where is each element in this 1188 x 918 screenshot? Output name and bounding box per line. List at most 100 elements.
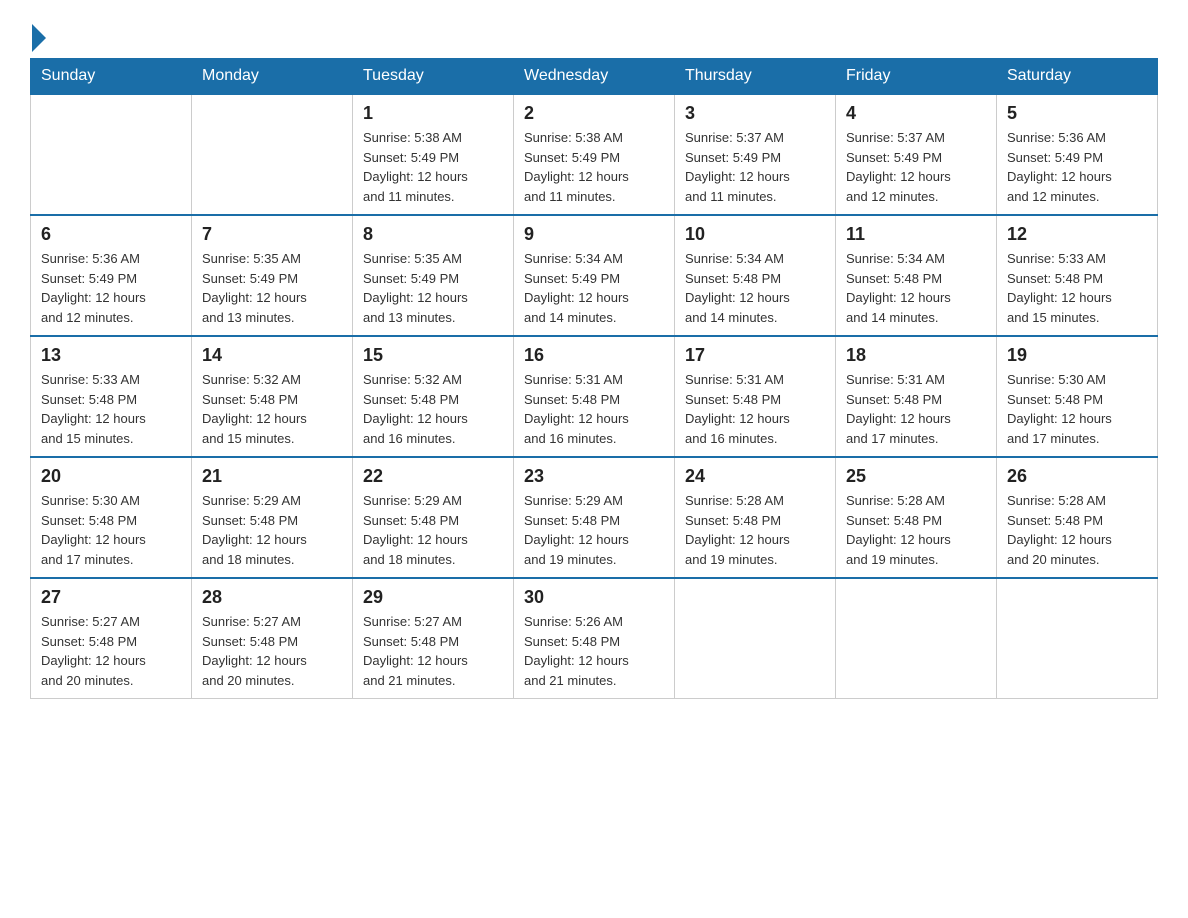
calendar-cell: 23 Sunrise: 5:29 AM Sunset: 5:48 PM Dayli… <box>514 457 675 578</box>
day-info: Sunrise: 5:31 AM Sunset: 5:48 PM Dayligh… <box>685 370 825 448</box>
day-number: 28 <box>202 587 342 608</box>
day-number: 6 <box>41 224 181 245</box>
day-number: 22 <box>363 466 503 487</box>
day-info: Sunrise: 5:27 AM Sunset: 5:48 PM Dayligh… <box>202 612 342 690</box>
day-number: 24 <box>685 466 825 487</box>
day-info: Sunrise: 5:31 AM Sunset: 5:48 PM Dayligh… <box>524 370 664 448</box>
calendar-cell: 15 Sunrise: 5:32 AM Sunset: 5:48 PM Dayli… <box>353 336 514 457</box>
day-number: 15 <box>363 345 503 366</box>
calendar-cell: 4Sunrise: 5:37 AM Sunset: 5:49 PM Daylig… <box>836 94 997 215</box>
calendar-header-friday: Friday <box>836 59 997 95</box>
day-info: Sunrise: 5:33 AM Sunset: 5:48 PM Dayligh… <box>1007 249 1147 327</box>
day-number: 10 <box>685 224 825 245</box>
calendar-cell: 3 Sunrise: 5:37 AM Sunset: 5:49 PM Daylig… <box>675 94 836 215</box>
day-info: Sunrise: 5:38 AM Sunset: 5:49 PM Dayligh… <box>363 128 503 206</box>
calendar-cell: 20 Sunrise: 5:30 AM Sunset: 5:48 PM Dayli… <box>31 457 192 578</box>
calendar-header-wednesday: Wednesday <box>514 59 675 95</box>
day-info: Sunrise: 5:35 AM Sunset: 5:49 PM Dayligh… <box>202 249 342 327</box>
day-info: Sunrise: 5:28 AM Sunset: 5:48 PM Dayligh… <box>685 491 825 569</box>
day-number: 11 <box>846 224 986 245</box>
day-number: 7 <box>202 224 342 245</box>
day-number: 23 <box>524 466 664 487</box>
calendar-cell: 7 Sunrise: 5:35 AM Sunset: 5:49 PM Daylig… <box>192 215 353 336</box>
calendar-cell: 25 Sunrise: 5:28 AM Sunset: 5:48 PM Dayli… <box>836 457 997 578</box>
calendar-cell: 16 Sunrise: 5:31 AM Sunset: 5:48 PM Dayli… <box>514 336 675 457</box>
day-number: 5 <box>1007 103 1147 124</box>
day-number: 8 <box>363 224 503 245</box>
day-number: 26 <box>1007 466 1147 487</box>
day-info: Sunrise: 5:32 AM Sunset: 5:48 PM Dayligh… <box>363 370 503 448</box>
calendar-cell <box>836 578 997 699</box>
calendar-cell: 26 Sunrise: 5:28 AM Sunset: 5:48 PM Dayli… <box>997 457 1158 578</box>
day-number: 12 <box>1007 224 1147 245</box>
calendar-cell: 10 Sunrise: 5:34 AM Sunset: 5:48 PM Dayli… <box>675 215 836 336</box>
day-info: Sunrise: 5:29 AM Sunset: 5:48 PM Dayligh… <box>363 491 503 569</box>
calendar-table: SundayMondayTuesdayWednesdayThursdayFrid… <box>30 58 1158 699</box>
calendar-cell: 8Sunrise: 5:35 AM Sunset: 5:49 PM Daylig… <box>353 215 514 336</box>
calendar-cell <box>675 578 836 699</box>
calendar-cell: 12 Sunrise: 5:33 AM Sunset: 5:48 PM Dayli… <box>997 215 1158 336</box>
day-number: 29 <box>363 587 503 608</box>
calendar-header-thursday: Thursday <box>675 59 836 95</box>
day-info: Sunrise: 5:32 AM Sunset: 5:48 PM Dayligh… <box>202 370 342 448</box>
day-info: Sunrise: 5:36 AM Sunset: 5:49 PM Dayligh… <box>1007 128 1147 206</box>
day-info: Sunrise: 5:34 AM Sunset: 5:48 PM Dayligh… <box>685 249 825 327</box>
calendar-cell: 11Sunrise: 5:34 AM Sunset: 5:48 PM Dayli… <box>836 215 997 336</box>
logo <box>30 20 46 48</box>
calendar-cell <box>997 578 1158 699</box>
day-number: 14 <box>202 345 342 366</box>
calendar-cell: 2 Sunrise: 5:38 AM Sunset: 5:49 PM Daylig… <box>514 94 675 215</box>
calendar-cell: 5 Sunrise: 5:36 AM Sunset: 5:49 PM Daylig… <box>997 94 1158 215</box>
calendar-cell: 13Sunrise: 5:33 AM Sunset: 5:48 PM Dayli… <box>31 336 192 457</box>
day-info: Sunrise: 5:31 AM Sunset: 5:48 PM Dayligh… <box>846 370 986 448</box>
day-info: Sunrise: 5:28 AM Sunset: 5:48 PM Dayligh… <box>846 491 986 569</box>
page-header <box>30 20 1158 48</box>
day-number: 21 <box>202 466 342 487</box>
day-info: Sunrise: 5:30 AM Sunset: 5:48 PM Dayligh… <box>1007 370 1147 448</box>
day-number: 2 <box>524 103 664 124</box>
calendar-header-monday: Monday <box>192 59 353 95</box>
calendar-cell: 28 Sunrise: 5:27 AM Sunset: 5:48 PM Dayli… <box>192 578 353 699</box>
calendar-cell: 24 Sunrise: 5:28 AM Sunset: 5:48 PM Dayli… <box>675 457 836 578</box>
calendar-cell <box>192 94 353 215</box>
calendar-header-saturday: Saturday <box>997 59 1158 95</box>
day-info: Sunrise: 5:30 AM Sunset: 5:48 PM Dayligh… <box>41 491 181 569</box>
week-row-2: 6 Sunrise: 5:36 AM Sunset: 5:49 PM Daylig… <box>31 215 1158 336</box>
calendar-header-row: SundayMondayTuesdayWednesdayThursdayFrid… <box>31 59 1158 95</box>
day-number: 17 <box>685 345 825 366</box>
day-number: 20 <box>41 466 181 487</box>
day-info: Sunrise: 5:27 AM Sunset: 5:48 PM Dayligh… <box>41 612 181 690</box>
day-info: Sunrise: 5:37 AM Sunset: 5:49 PM Dayligh… <box>846 128 986 206</box>
day-number: 18 <box>846 345 986 366</box>
day-number: 1 <box>363 103 503 124</box>
day-info: Sunrise: 5:26 AM Sunset: 5:48 PM Dayligh… <box>524 612 664 690</box>
day-info: Sunrise: 5:27 AM Sunset: 5:48 PM Dayligh… <box>363 612 503 690</box>
day-info: Sunrise: 5:37 AM Sunset: 5:49 PM Dayligh… <box>685 128 825 206</box>
calendar-cell: 22 Sunrise: 5:29 AM Sunset: 5:48 PM Dayli… <box>353 457 514 578</box>
calendar-cell: 21 Sunrise: 5:29 AM Sunset: 5:48 PM Dayli… <box>192 457 353 578</box>
day-number: 3 <box>685 103 825 124</box>
week-row-3: 13Sunrise: 5:33 AM Sunset: 5:48 PM Dayli… <box>31 336 1158 457</box>
day-number: 30 <box>524 587 664 608</box>
week-row-5: 27Sunrise: 5:27 AM Sunset: 5:48 PM Dayli… <box>31 578 1158 699</box>
calendar-cell: 27Sunrise: 5:27 AM Sunset: 5:48 PM Dayli… <box>31 578 192 699</box>
calendar-cell: 6 Sunrise: 5:36 AM Sunset: 5:49 PM Daylig… <box>31 215 192 336</box>
day-number: 19 <box>1007 345 1147 366</box>
day-info: Sunrise: 5:34 AM Sunset: 5:49 PM Dayligh… <box>524 249 664 327</box>
week-row-4: 20 Sunrise: 5:30 AM Sunset: 5:48 PM Dayli… <box>31 457 1158 578</box>
calendar-cell: 29 Sunrise: 5:27 AM Sunset: 5:48 PM Dayli… <box>353 578 514 699</box>
day-info: Sunrise: 5:28 AM Sunset: 5:48 PM Dayligh… <box>1007 491 1147 569</box>
day-number: 25 <box>846 466 986 487</box>
day-info: Sunrise: 5:29 AM Sunset: 5:48 PM Dayligh… <box>524 491 664 569</box>
calendar-header-sunday: Sunday <box>31 59 192 95</box>
day-number: 16 <box>524 345 664 366</box>
calendar-cell: 17 Sunrise: 5:31 AM Sunset: 5:48 PM Dayli… <box>675 336 836 457</box>
day-info: Sunrise: 5:33 AM Sunset: 5:48 PM Dayligh… <box>41 370 181 448</box>
logo-triangle-icon <box>32 24 46 52</box>
day-info: Sunrise: 5:29 AM Sunset: 5:48 PM Dayligh… <box>202 491 342 569</box>
calendar-cell: 9Sunrise: 5:34 AM Sunset: 5:49 PM Daylig… <box>514 215 675 336</box>
calendar-cell <box>31 94 192 215</box>
day-info: Sunrise: 5:36 AM Sunset: 5:49 PM Dayligh… <box>41 249 181 327</box>
calendar-cell: 19 Sunrise: 5:30 AM Sunset: 5:48 PM Dayli… <box>997 336 1158 457</box>
day-info: Sunrise: 5:38 AM Sunset: 5:49 PM Dayligh… <box>524 128 664 206</box>
